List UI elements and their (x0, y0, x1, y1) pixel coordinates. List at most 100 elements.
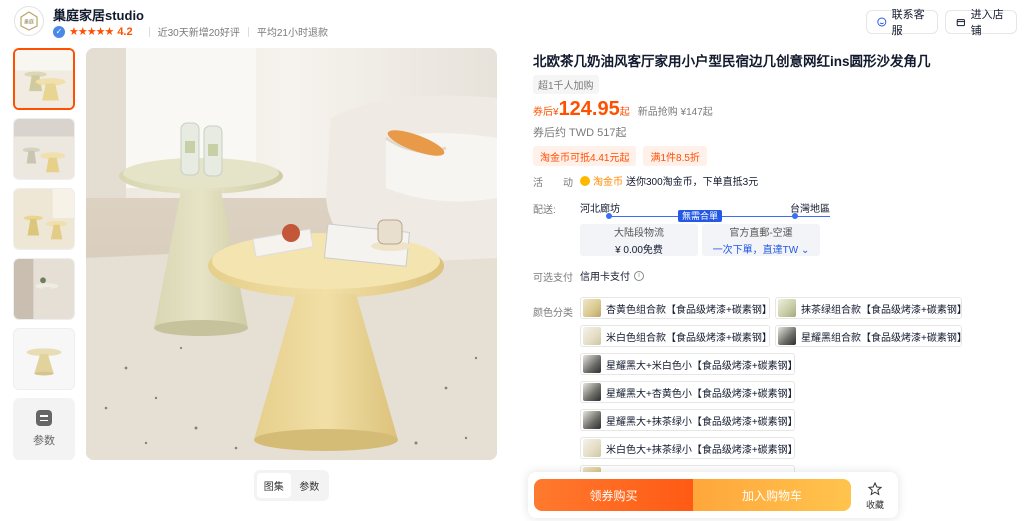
color-option-thumbnail (583, 299, 601, 317)
price-twd: 券后约 TWD 517起 (533, 127, 627, 139)
chevron-down-icon: ⌄ (798, 245, 810, 256)
color-option[interactable]: 米白色组合款【食品级烤漆+碳素钢】 (580, 325, 770, 347)
product-title: 北欧茶几奶油风客厅家用小户型民宿边几创意网红ins圆形沙发角几 (533, 54, 931, 69)
color-option-thumbnail (583, 439, 601, 457)
info-icon[interactable]: i (634, 270, 644, 281)
promo-list: 淘金币可抵4.41元起 满1件8.5折 (533, 146, 707, 166)
shop-name[interactable]: 巢庭家居studio (53, 5, 144, 24)
divider (148, 26, 150, 37)
shop-header: 巢庭 巢庭家居studio ✓ ★★★★★ 4.2 近30天新增20好评 平均2… (0, 0, 1024, 44)
add-to-cart-button[interactable]: 加入购物车 (693, 479, 851, 511)
thumbnail-image (14, 189, 74, 249)
svg-text:巢庭: 巢庭 (24, 19, 34, 26)
activity-info[interactable]: 淘金币 送你300淘金币，下单直抵3元 (580, 173, 758, 188)
promo-coin[interactable]: 淘金币可抵4.41元起 (533, 146, 637, 166)
enter-store-button[interactable]: 进入店铺 (945, 9, 1017, 37)
coupon-buy-button[interactable]: 领券购买 (534, 479, 693, 511)
contact-service-label: 联系客服 (891, 9, 925, 37)
tab-params[interactable]: 参数 (293, 473, 327, 498)
ship-box-domestic: 大陆段物流 ¥ 0.00免费 (580, 224, 698, 256)
color-option[interactable]: 星耀黑大+米白色小【食品级烤漆+碳素钢】 (580, 353, 795, 375)
thumbnail-5[interactable] (13, 328, 75, 390)
shop-stats: 近30天新增20好评 (157, 28, 240, 39)
color-option-thumbnail (583, 383, 601, 401)
thumbnail-image (14, 119, 74, 179)
action-bar: 领券购买 加入购物车 收藏 (528, 472, 898, 518)
coin-icon (580, 175, 590, 186)
ship-box-domestic-value: ¥ 0.00免费 (615, 245, 663, 256)
color-option[interactable]: 杏黄色组合款【食品级烤漆+碳素钢】 (580, 297, 770, 319)
price-value: 124.95 (558, 98, 620, 120)
ship-direct-link[interactable]: 直達TW (763, 245, 799, 256)
thumbnail-2[interactable] (13, 118, 75, 180)
params-icon (36, 410, 52, 426)
promo-discount[interactable]: 满1件8.5折 (643, 146, 707, 166)
thumbnail-params[interactable]: 参数 (13, 398, 75, 460)
ship-dest-dot (792, 213, 798, 219)
color-option[interactable]: 抹茶绿组合款【食品级烤漆+碳素钢】 (775, 297, 962, 319)
favorite-button[interactable]: 收藏 (860, 480, 890, 512)
color-option-thumbnail (778, 327, 796, 345)
price-prefix: 券后 (533, 107, 553, 118)
shop-rating: 4.2 (117, 25, 133, 38)
payment-method[interactable]: 信用卡支付 i (580, 268, 644, 283)
favorite-label: 收藏 (865, 499, 884, 510)
thumbnail-image (14, 329, 74, 389)
divider (247, 26, 249, 37)
ship-badge: 無需合單 (678, 210, 723, 222)
color-option[interactable]: 星耀黑组合款【食品级烤漆+碳素钢】 (775, 325, 962, 347)
activity-label: 活 动 (533, 178, 573, 189)
payment-method-label: 信用卡支付 (580, 272, 630, 283)
color-option-label: 星耀黑大+米白色小【食品级烤漆+碳素钢】 (606, 360, 795, 372)
product-photo (86, 48, 497, 460)
color-option-thumbnail (583, 355, 601, 373)
activity-text: 送你300淘金币，下单直抵3元 (626, 177, 759, 188)
tab-gallery[interactable]: 图集 (257, 473, 291, 498)
price-note: 新品抢购 ¥147起 (637, 107, 713, 118)
main-product-image[interactable] (86, 48, 497, 460)
shipping-info: 河北廊坊 台灣地區 無需合單 大陆段物流 ¥ 0.00免费 官方直郵-空運 一次… (580, 198, 830, 258)
ship-boxes: 大陆段物流 ¥ 0.00免费 官方直郵-空運 一次下單，直達TW ⌄ (580, 224, 820, 256)
ship-box-domestic-title: 大陆段物流 (614, 228, 664, 239)
options-label: 颜色分类 (533, 308, 573, 319)
shop-refund-time: 平均21小时退款 (256, 28, 328, 39)
color-option[interactable]: 星耀黑大+杏黄色小【食品级烤漆+碳素钢】 (580, 381, 795, 403)
shop-logo[interactable]: 巢庭 (14, 6, 44, 36)
color-option-label: 米白色组合款【食品级烤漆+碳素钢】 (606, 332, 770, 344)
thumbnail-4[interactable] (13, 258, 75, 320)
thumbnail-3[interactable] (13, 188, 75, 250)
params-label: 参数 (33, 435, 55, 447)
enter-store-label: 进入店铺 (970, 9, 1004, 37)
thumbnail-image (14, 259, 74, 319)
color-option[interactable]: 米白色大+抹茶绿小【食品级烤漆+碳素钢】 (580, 437, 795, 459)
color-option-label: 星耀黑大+抹茶绿小【食品级烤漆+碳素钢】 (606, 416, 795, 428)
smile-icon (877, 17, 887, 27)
rating-stars-icon: ★★★★★ (69, 26, 114, 38)
color-option-thumbnail (583, 327, 601, 345)
thumbnail-1[interactable] (13, 48, 75, 110)
color-option-label: 星耀黑大+杏黄色小【食品级烤漆+碳素钢】 (606, 388, 795, 400)
payment-label: 可选支付 (533, 273, 573, 284)
shop-meta: ✓ ★★★★★ 4.2 近30天新增20好评 平均21小时退款 (53, 24, 328, 39)
hot-tag: 超1千人加购 (533, 75, 599, 94)
color-option[interactable]: 星耀黑大+抹茶绿小【食品级烤漆+碳素钢】 (580, 409, 795, 431)
color-option-label: 杏黄色组合款【食品级烤漆+碳素钢】 (606, 304, 770, 316)
ship-origin-dot (606, 213, 612, 219)
color-option-label: 抹茶绿组合款【食品级烤漆+碳素钢】 (801, 304, 962, 316)
thumbnail-list: 参数 (13, 48, 75, 460)
ship-box-international-title: 官方直郵-空運 (729, 228, 793, 239)
color-option-label: 星耀黑组合款【食品级烤漆+碳素钢】 (801, 332, 962, 344)
shipping-label: 配送: (533, 205, 556, 216)
view-tabs: 图集 参数 (254, 470, 329, 501)
color-option-thumbnail (583, 411, 601, 429)
store-icon (956, 19, 965, 27)
contact-service-button[interactable]: 联系客服 (866, 9, 938, 37)
star-icon (868, 481, 882, 496)
thumbnail-image (15, 50, 73, 108)
ship-box-international-value: 一次下單，直達TW ⌄ (713, 241, 810, 256)
coin-name: 淘金币 (593, 177, 623, 188)
ship-box-note: 一次下單， (712, 245, 763, 256)
ship-box-international[interactable]: 官方直郵-空運 一次下單，直達TW ⌄ (702, 224, 820, 256)
shield-icon: ✓ (53, 25, 65, 38)
price-suffix: 起 (619, 107, 630, 118)
